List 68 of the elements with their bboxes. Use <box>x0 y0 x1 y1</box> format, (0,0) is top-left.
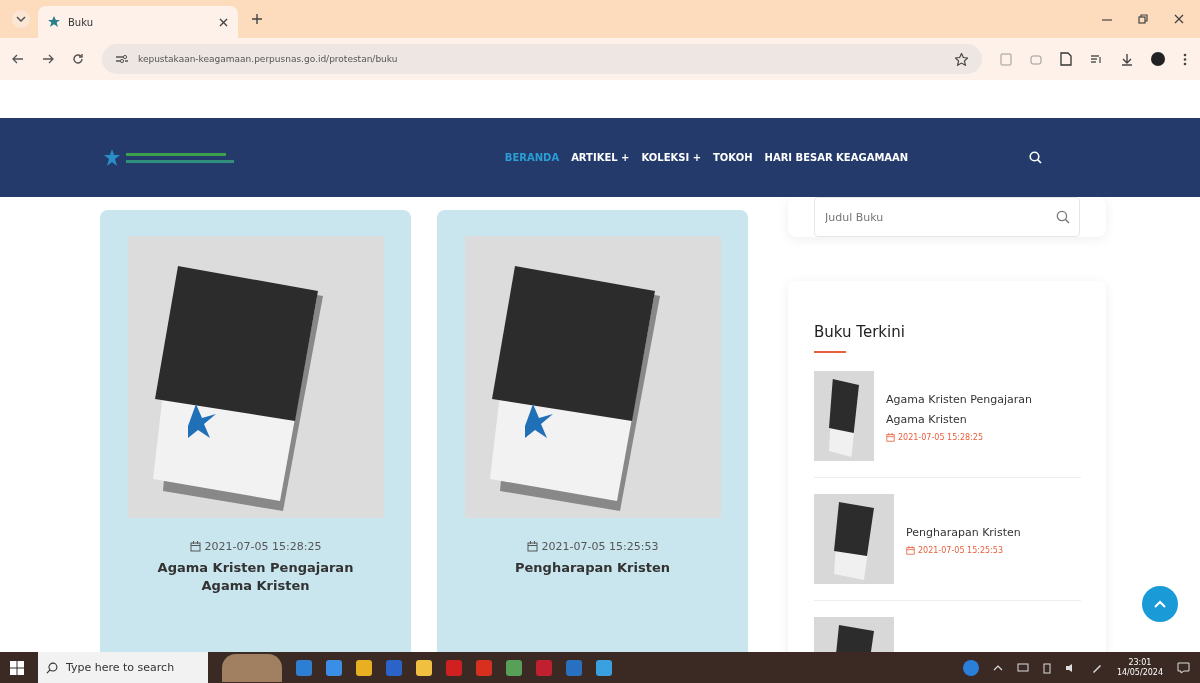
menu-icon[interactable] <box>1183 52 1187 66</box>
tab-list-icon[interactable] <box>12 10 30 28</box>
date-text: 2021-07-05 15:25:53 <box>918 546 1003 556</box>
app-tile-icon[interactable] <box>416 659 432 676</box>
chevron-up-icon[interactable] <box>992 664 1003 671</box>
book-title-link[interactable]: Pengharapan Kristen <box>906 522 1066 543</box>
restore-icon[interactable] <box>1138 14 1148 24</box>
download-icon[interactable] <box>1121 52 1133 66</box>
notification-icon[interactable] <box>1177 661 1190 674</box>
app-tile-icon[interactable] <box>446 659 462 676</box>
nav-link[interactable]: HARI BESAR KEAGAMAAN <box>764 152 909 163</box>
app-tile-icon[interactable] <box>356 659 372 676</box>
calendar-icon <box>886 433 895 443</box>
nav-link[interactable]: KOLEKSI + <box>641 152 702 163</box>
windows-logo-icon[interactable] <box>10 660 24 675</box>
book-card[interactable]: 2021-07-05 15:25:53 Pengharapan Kristen <box>437 210 748 652</box>
date-text: 2021-07-05 15:28:25 <box>898 433 983 443</box>
app-tile-icon[interactable] <box>506 659 522 676</box>
browser-tab[interactable]: Buku <box>38 6 238 38</box>
forward-icon[interactable] <box>42 53 54 65</box>
book-title[interactable]: Agama Kristen Pengajaran Agama Kristen <box>135 559 376 596</box>
document-icon[interactable] <box>1060 52 1072 66</box>
site-settings-icon <box>116 54 128 64</box>
app-tile-icon[interactable] <box>326 659 342 676</box>
calendar-icon <box>526 541 538 552</box>
network-icon[interactable] <box>1016 662 1029 673</box>
url-text: kepustakaan-keagamaan.perpusnas.go.id/protestan/buku <box>138 54 398 64</box>
clock-time[interactable]: 23:01 <box>1128 657 1152 668</box>
reload-icon[interactable] <box>72 53 84 65</box>
app-tile-icon[interactable] <box>596 659 612 676</box>
chevron-up-icon <box>1154 600 1166 608</box>
app-tile-icon[interactable] <box>536 659 552 676</box>
scroll-to-top-button[interactable] <box>1142 586 1178 622</box>
date-text: 2021-07-05 15:25:53 <box>541 540 659 553</box>
clock-date[interactable]: 14/05/2024 <box>1116 667 1163 678</box>
plus-icon[interactable] <box>252 14 262 24</box>
book-title[interactable]: Pengharapan Kristen <box>472 559 713 578</box>
book-card[interactable]: 2021-07-05 15:28:25 Agama Kristen Pengajaran Agama Kristen <box>100 210 411 652</box>
close-icon[interactable] <box>219 17 228 27</box>
close-icon[interactable] <box>1174 14 1184 24</box>
nav-link[interactable]: TOKOH <box>713 152 753 163</box>
section-heading: Buku Terkini <box>814 323 906 341</box>
media-icon[interactable] <box>1090 53 1103 65</box>
date-text: 2021-07-05 15:28:25 <box>204 540 322 553</box>
app-tile-icon[interactable] <box>296 659 312 676</box>
search-field[interactable]: Judul Buku <box>814 197 1080 237</box>
address-bar[interactable]: kepustakaan-keagamaan.perpusnas.go.id/protestan/buku <box>102 44 982 74</box>
app-tile-icon[interactable] <box>476 659 492 676</box>
profile-avatar[interactable] <box>1151 52 1165 66</box>
app-tile-icon[interactable] <box>566 659 582 676</box>
calendar-icon <box>189 541 201 552</box>
battery-icon[interactable] <box>1042 661 1051 674</box>
logo-drawing[interactable] <box>104 147 234 168</box>
book-thumbnail-drawing[interactable] <box>814 494 894 584</box>
star-icon <box>48 16 60 28</box>
photo-placeholder[interactable] <box>222 653 282 682</box>
calendar-icon <box>906 546 915 556</box>
book-title-link[interactable]: Agama Kristen Pengajaran Agama Kristen <box>886 389 1046 430</box>
nav-link[interactable]: BERANDA <box>504 152 560 163</box>
app-tile-icon[interactable] <box>386 659 402 676</box>
tab-title: Buku <box>68 16 95 28</box>
bookmark-star-icon[interactable] <box>955 52 968 66</box>
search-icon[interactable] <box>1029 151 1042 164</box>
nav-link[interactable]: ARTIKEL + <box>571 152 630 163</box>
back-icon[interactable] <box>12 53 24 65</box>
book-thumbnail-drawing[interactable] <box>814 371 874 461</box>
taskbar-search-field[interactable]: Type here to search <box>38 652 208 683</box>
search-icon <box>1056 210 1070 224</box>
